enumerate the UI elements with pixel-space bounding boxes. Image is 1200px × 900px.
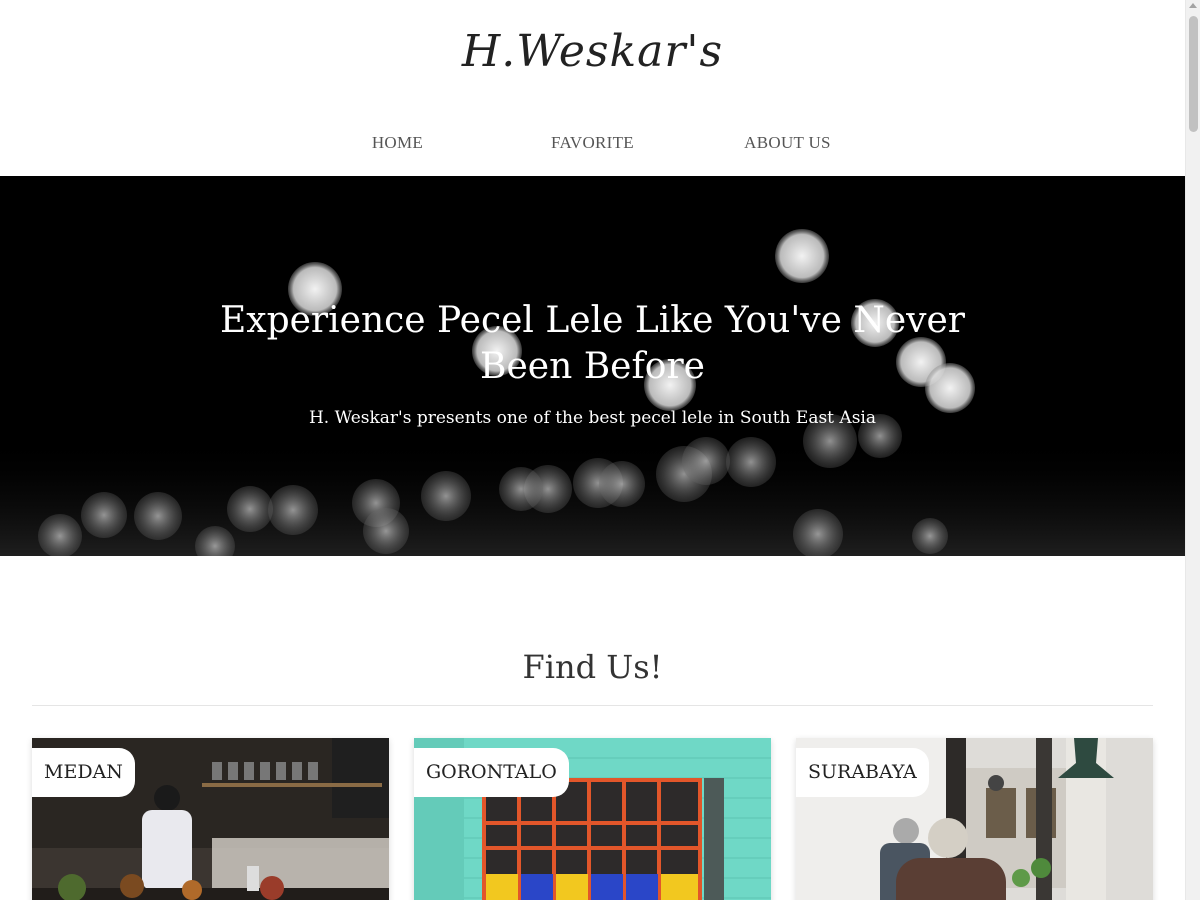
page-scrollbar[interactable]	[1185, 0, 1200, 900]
location-card-surabaya[interactable]: SURABAYA	[796, 738, 1153, 900]
find-us-title: Find Us!	[522, 648, 663, 686]
location-card-gorontalo[interactable]: GORONTALO	[414, 738, 771, 900]
nav-about-us-link[interactable]: ABOUT US	[690, 133, 885, 153]
main-nav: HOME FAVORITE ABOUT US	[0, 133, 1185, 153]
location-label-medan: MEDAN	[32, 748, 135, 797]
site-logo[interactable]: H.Weskar's	[0, 26, 1185, 77]
hero-banner: Experience Pecel Lele Like You've Never …	[0, 176, 1185, 556]
nav-favorite-link[interactable]: FAVORITE	[495, 133, 690, 153]
location-card-medan[interactable]: MEDAN	[32, 738, 389, 900]
hero-subtitle: H. Weskar's presents one of the best pec…	[308, 408, 876, 428]
hero-title: Experience Pecel Lele Like You've Never …	[220, 300, 965, 387]
scrollbar-thumb[interactable]	[1189, 16, 1198, 132]
page: H.Weskar's HOME FAVORITE ABOUT US Experi…	[0, 0, 1185, 900]
location-label-surabaya: SURABAYA	[796, 748, 929, 797]
nav-home-link[interactable]: HOME	[300, 133, 495, 153]
scroll-up-arrow-icon[interactable]	[1189, 3, 1197, 8]
section-divider	[32, 705, 1153, 706]
location-label-gorontalo: GORONTALO	[414, 748, 569, 797]
